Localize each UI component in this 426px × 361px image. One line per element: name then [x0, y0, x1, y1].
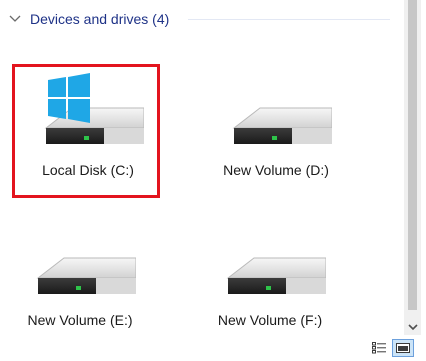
large-icons-view-icon	[396, 343, 410, 353]
drive-tile-d[interactable]: New Volume (D:)	[204, 64, 354, 194]
drive-icon	[227, 257, 326, 295]
drive-label: New Volume (D:)	[223, 162, 329, 178]
content-pane: Devices and drives (4) Local Disk (C:) N…	[0, 0, 404, 335]
drive-icon	[37, 257, 136, 295]
large-icons-view-button[interactable]	[392, 339, 414, 357]
scroll-down-button[interactable]	[404, 318, 421, 335]
group-header-devices-and-drives[interactable]: Devices and drives (4)	[8, 8, 169, 30]
chevron-down-icon[interactable]	[8, 12, 22, 26]
drive-label: New Volume (E:)	[27, 312, 133, 328]
details-view-button[interactable]	[368, 339, 390, 357]
drive-icon	[233, 107, 332, 145]
drive-tile-f[interactable]: New Volume (F:)	[198, 214, 348, 344]
selection-highlight	[12, 64, 160, 198]
group-title: Devices and drives (4)	[30, 11, 170, 27]
vertical-scrollbar[interactable]	[404, 0, 421, 335]
chevron-down-icon	[407, 323, 418, 330]
details-view-icon	[372, 342, 386, 354]
group-divider	[188, 19, 390, 20]
drive-tile-e[interactable]: New Volume (E:)	[8, 214, 158, 344]
scrollbar-thumb[interactable]	[408, 0, 417, 310]
status-bar	[0, 335, 426, 361]
drive-label: New Volume (F:)	[217, 312, 323, 328]
